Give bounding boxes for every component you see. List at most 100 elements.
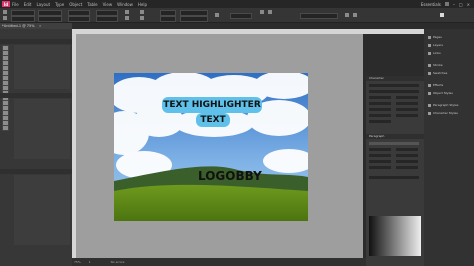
effects-icon[interactable]: [215, 13, 219, 17]
hyphenate-option[interactable]: [369, 176, 419, 179]
fitting-icon-2[interactable]: [353, 13, 357, 17]
menu-table[interactable]: Table: [87, 2, 97, 7]
y-position-field[interactable]: [11, 16, 35, 22]
dock-item-effects[interactable]: Effects: [428, 83, 443, 87]
first-line-indent-field[interactable]: [369, 154, 391, 157]
type-tool-icon[interactable]: [3, 66, 8, 70]
dock-item-pages[interactable]: Pages: [428, 35, 442, 39]
tracking-field[interactable]: [396, 102, 418, 105]
page-number[interactable]: 1: [89, 260, 91, 264]
eyedropper-tool-icon[interactable]: [3, 116, 8, 120]
minimize-icon[interactable]: –: [453, 2, 455, 7]
note-tool-icon[interactable]: [3, 111, 8, 115]
color-ramp[interactable]: [369, 216, 421, 256]
effects-icon: [428, 83, 431, 87]
dock-item-layers-label: Layers: [433, 43, 443, 47]
menu-file[interactable]: File: [12, 2, 19, 7]
menu-edit[interactable]: Edit: [24, 2, 32, 7]
dock-item-character-styles[interactable]: Character Styles: [428, 111, 458, 115]
dock-item-layers[interactable]: Layers: [428, 43, 443, 47]
left-indent-field[interactable]: [369, 148, 391, 151]
height-field[interactable]: [38, 16, 62, 22]
maximize-icon[interactable]: □: [459, 2, 463, 7]
highlighted-text-line-2[interactable]: TEXT: [196, 113, 230, 127]
select-container-icon[interactable]: [140, 10, 144, 14]
scale-y-field[interactable]: [68, 16, 90, 22]
stroke-swatch[interactable]: [160, 16, 176, 22]
vertical-scale-field[interactable]: [369, 108, 391, 111]
leading-field[interactable]: [396, 96, 418, 99]
kerning-field[interactable]: [369, 102, 391, 105]
line-tool-icon[interactable]: [3, 71, 8, 75]
fitting-icon[interactable]: [345, 13, 349, 17]
zoom-level[interactable]: 75%: [74, 260, 81, 264]
horizontal-scale-field[interactable]: [396, 108, 418, 111]
reference-point-icon[interactable]: [3, 10, 7, 14]
pages-icon: [428, 35, 431, 39]
space-before-field[interactable]: [369, 160, 391, 163]
drop-cap-lines-field[interactable]: [369, 166, 391, 169]
opacity-field[interactable]: [230, 13, 252, 19]
free-transform-tool-icon[interactable]: [3, 101, 8, 105]
text-wrap-icon[interactable]: [260, 10, 264, 14]
highlighted-text-line-1[interactable]: TEXT HIGHLIGHTER: [162, 97, 262, 113]
drop-cap-chars-field[interactable]: [396, 166, 418, 169]
gap-tool-icon[interactable]: [3, 61, 8, 65]
logo-text[interactable]: LOGOBBY: [198, 169, 262, 183]
reference-point-icon-2[interactable]: [3, 16, 7, 20]
close-icon[interactable]: ×: [467, 2, 470, 7]
menu-type[interactable]: Type: [55, 2, 64, 7]
character-panel-header[interactable]: Character: [366, 76, 424, 81]
dock-item-paragraph-styles[interactable]: Paragraph Styles: [428, 103, 458, 107]
select-content-icon[interactable]: [140, 16, 144, 20]
menu-help[interactable]: Help: [138, 2, 147, 7]
zoom-tool-icon[interactable]: [3, 126, 8, 130]
right-indent-field[interactable]: [396, 148, 418, 151]
selection-tool-icon[interactable]: [3, 46, 8, 50]
dock-item-object-styles[interactable]: Object Styles: [428, 91, 453, 95]
flip-horizontal-icon[interactable]: [125, 10, 129, 14]
text-wrap-icon-2[interactable]: [268, 10, 272, 14]
pen-tool-icon[interactable]: [3, 76, 8, 80]
hand-tool-icon[interactable]: [3, 121, 8, 125]
last-line-indent-field[interactable]: [396, 154, 418, 157]
character-styles-icon: [428, 111, 431, 115]
shear-field[interactable]: [96, 16, 118, 22]
menu-window[interactable]: Window: [117, 2, 133, 7]
document-page[interactable]: TEXT HIGHLIGHTER TEXT LOGOBBY: [114, 73, 308, 221]
dock-item-links[interactable]: Links: [428, 51, 441, 55]
dock-item-swatches[interactable]: Swatches: [428, 71, 447, 75]
menu-view[interactable]: View: [103, 2, 113, 7]
object-style-field[interactable]: [300, 13, 338, 19]
pencil-tool-icon[interactable]: [3, 81, 8, 85]
stroke-type-field[interactable]: [180, 16, 208, 22]
search-icon[interactable]: [444, 2, 449, 6]
menu-object[interactable]: Object: [69, 2, 82, 7]
menu-layout[interactable]: Layout: [36, 2, 50, 7]
baseline-shift-field[interactable]: [369, 114, 391, 117]
space-after-field[interactable]: [396, 160, 418, 163]
panel-menu-icon[interactable]: [440, 13, 444, 17]
dock-item-stroke[interactable]: Stroke: [428, 63, 443, 67]
font-size-field[interactable]: [369, 96, 391, 99]
gradient-tool-icon[interactable]: [3, 106, 8, 110]
document-tab-close-icon[interactable]: ×: [39, 24, 42, 28]
page-tool-icon[interactable]: [3, 56, 8, 60]
language-field[interactable]: [369, 120, 391, 123]
dock-item-swatches-label: Swatches: [433, 71, 448, 75]
flip-vertical-icon[interactable]: [125, 16, 129, 20]
stroke-icon: [428, 63, 431, 67]
preflight-status[interactable]: No errors: [111, 260, 125, 264]
tools-panel: [2, 45, 9, 131]
direct-selection-tool-icon[interactable]: [3, 51, 8, 55]
skew-field[interactable]: [396, 114, 418, 117]
object-styles-icon: [428, 91, 431, 95]
workspace-switcher[interactable]: Essentials: [421, 2, 441, 7]
font-family-field[interactable]: [369, 84, 419, 87]
paragraph-panel-header[interactable]: Paragraph: [366, 134, 424, 139]
rectangle-frame-tool-icon[interactable]: [3, 86, 8, 90]
font-style-field[interactable]: [369, 90, 419, 93]
control-bar: [0, 8, 474, 23]
links-icon: [428, 51, 431, 55]
alignment-buttons[interactable]: [369, 142, 419, 145]
